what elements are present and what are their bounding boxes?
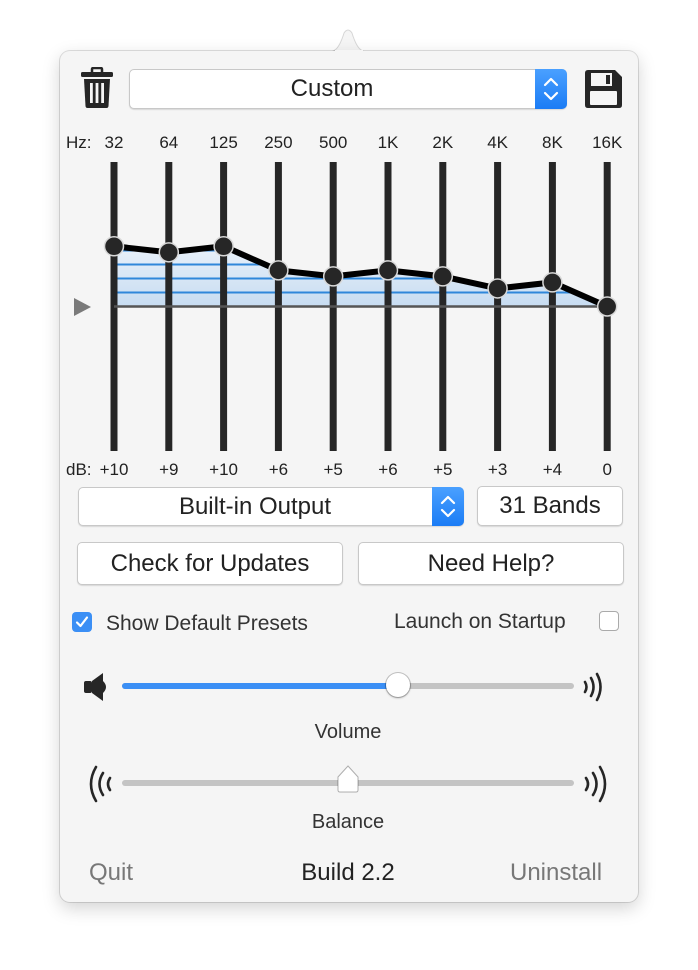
gain-label: +3 bbox=[487, 460, 508, 479]
check-for-updates-button[interactable]: Check for Updates bbox=[77, 542, 343, 585]
need-help-button[interactable]: Need Help? bbox=[358, 542, 624, 585]
left-channel-icon bbox=[89, 765, 112, 803]
zero-level-marker-icon bbox=[74, 298, 91, 316]
eq-band-knob-125[interactable] bbox=[213, 236, 234, 257]
volume-slider-fill bbox=[122, 683, 398, 689]
balance-slider-thumb[interactable] bbox=[337, 765, 359, 793]
preset-select[interactable]: Custom bbox=[129, 69, 567, 109]
quit-button[interactable]: Quit bbox=[89, 859, 133, 887]
eq-band-knob-16K[interactable] bbox=[596, 296, 618, 317]
gain-label: +10 bbox=[209, 460, 239, 479]
gain-label: +4 bbox=[542, 460, 563, 479]
db-axis-prefix: dB: bbox=[66, 460, 92, 479]
balance-slider[interactable] bbox=[122, 765, 574, 793]
eq-band-knob-64[interactable] bbox=[158, 242, 180, 263]
volume-slider[interactable] bbox=[122, 673, 574, 697]
gain-label: +9 bbox=[159, 460, 179, 479]
eq-band-knob-32[interactable] bbox=[103, 236, 125, 257]
speaker-waves-icon bbox=[583, 672, 602, 702]
eq-band-knob-250[interactable] bbox=[268, 260, 289, 281]
gain-label: +5 bbox=[323, 460, 343, 479]
chevron-up-down-icon bbox=[432, 487, 464, 526]
uninstall-button[interactable]: Uninstall bbox=[510, 859, 602, 887]
preset-select-value: Custom bbox=[290, 75, 374, 102]
checkmark-icon bbox=[75, 616, 89, 628]
volume-label: Volume bbox=[314, 721, 382, 743]
launch-on-startup-label: Launch on Startup bbox=[394, 610, 566, 633]
volume-slider-thumb[interactable] bbox=[385, 673, 410, 697]
floppy-disk-icon bbox=[585, 70, 622, 108]
output-device-value: Built-in Output bbox=[178, 492, 332, 520]
gain-label: +10 bbox=[99, 460, 129, 479]
right-channel-icon bbox=[584, 765, 607, 803]
eq-band-knob-8K[interactable] bbox=[542, 272, 563, 293]
show-default-presets-checkbox[interactable] bbox=[72, 612, 92, 632]
gain-label: 0 bbox=[602, 460, 612, 479]
eq-band-knob-2K[interactable] bbox=[432, 266, 454, 287]
speaker-low-icon bbox=[84, 673, 106, 701]
bands-toggle-button[interactable]: 31 Bands bbox=[477, 486, 623, 526]
delete-preset-button[interactable] bbox=[80, 66, 114, 109]
build-version: Build 2.2 bbox=[301, 859, 395, 886]
eq-band-knob-1K[interactable] bbox=[377, 260, 399, 281]
gain-label: +6 bbox=[268, 460, 289, 479]
save-preset-button[interactable] bbox=[584, 69, 623, 109]
eq-band-knob-500[interactable] bbox=[322, 266, 344, 287]
show-default-presets-label: Show Default Presets bbox=[106, 612, 308, 635]
trash-icon bbox=[81, 66, 113, 108]
gain-label: +5 bbox=[433, 460, 453, 479]
launch-on-startup-checkbox[interactable] bbox=[599, 611, 619, 631]
gain-label: +6 bbox=[378, 460, 398, 479]
eq-band-knob-4K[interactable] bbox=[487, 278, 508, 299]
balance-label: Balance bbox=[311, 811, 385, 833]
equalizer-graph bbox=[74, 162, 618, 451]
output-device-select[interactable]: Built-in Output bbox=[78, 487, 464, 526]
chevron-up-down-icon bbox=[535, 69, 567, 109]
